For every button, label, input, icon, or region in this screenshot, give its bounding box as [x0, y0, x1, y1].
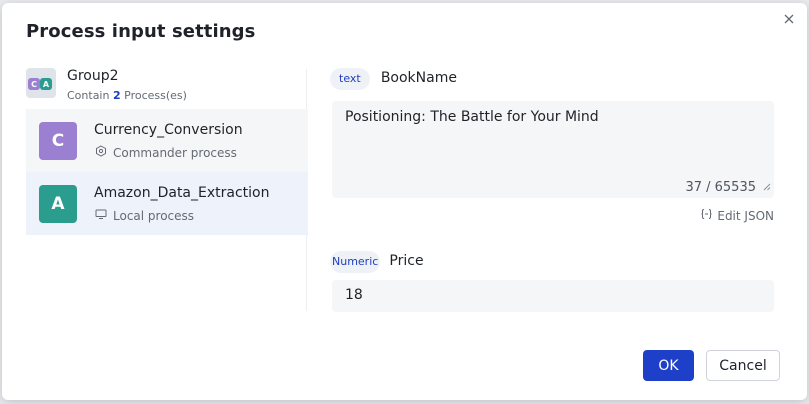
monitor-icon	[95, 208, 107, 223]
group-icon-letter: A	[40, 78, 52, 90]
process-item-currency-conversion[interactable]: C Currency_Conversion Commander process	[26, 109, 308, 172]
commander-icon	[95, 145, 107, 160]
param-price-header: Numeric Price	[330, 250, 424, 273]
ok-button[interactable]: OK	[643, 350, 694, 381]
group-process-count: Contain 2 Process(es)	[67, 89, 187, 102]
param-label: BookName	[380, 69, 457, 86]
param-type-tag: text	[330, 68, 370, 90]
close-icon[interactable]	[781, 11, 797, 27]
group-icon: C A	[26, 68, 56, 98]
process-list-panel: C A Group2 Contain 2 Process(es) C Curre…	[26, 65, 308, 235]
resize-handle-icon[interactable]	[763, 176, 771, 195]
group-name: Group2	[67, 68, 119, 84]
parameter-panel: text BookName Positioning: The Battle fo…	[330, 67, 774, 312]
param-label: Price	[389, 252, 424, 269]
group-icon-letter: C	[28, 78, 40, 90]
process-name: Amazon_Data_Extraction	[94, 185, 270, 201]
param-type-tag: Numeric	[330, 251, 381, 273]
process-avatar: C	[39, 122, 77, 160]
group-header: C A Group2 Contain 2 Process(es)	[26, 65, 308, 109]
cancel-button[interactable]: Cancel	[706, 350, 780, 381]
process-avatar: A	[39, 185, 77, 223]
bookname-value[interactable]: Positioning: The Battle for Your Mind	[345, 109, 599, 125]
process-item-amazon-data-extraction[interactable]: A Amazon_Data_Extraction Local process	[26, 172, 308, 235]
price-input[interactable]: 18	[332, 280, 774, 312]
process-input-settings-dialog: Process input settings C A Group2 Contai…	[2, 3, 807, 400]
bookname-textarea[interactable]: Positioning: The Battle for Your Mind 37…	[332, 101, 774, 198]
edit-json-button[interactable]: Edit JSON	[700, 208, 774, 223]
process-type: Local process	[95, 208, 194, 223]
character-counter: 37 / 65535	[685, 180, 756, 195]
process-type: Commander process	[95, 145, 237, 160]
process-name: Currency_Conversion	[94, 122, 243, 138]
dialog-title: Process input settings	[26, 21, 256, 42]
braces-icon	[700, 208, 713, 223]
price-value[interactable]: 18	[345, 287, 363, 303]
param-bookname-header: text BookName	[330, 67, 774, 90]
